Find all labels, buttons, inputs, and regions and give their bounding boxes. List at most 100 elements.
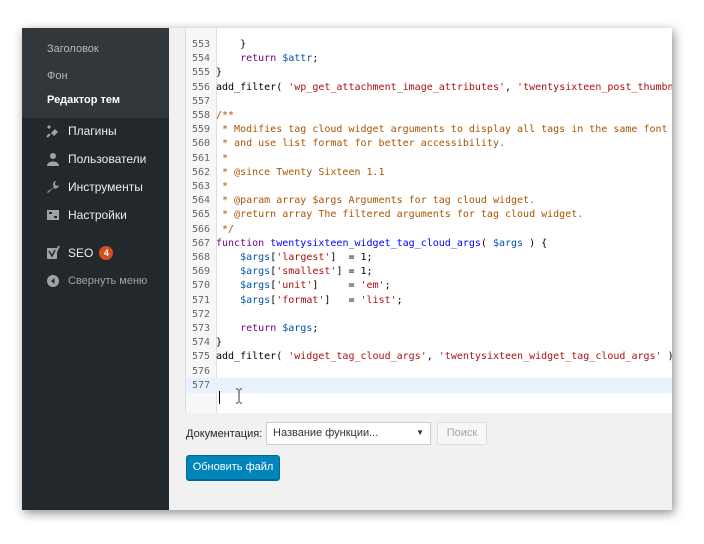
code-line[interactable]: 557 <box>186 94 672 109</box>
sidebar-item-tools[interactable]: Инструменты <box>22 173 169 201</box>
code-line[interactable]: 574} <box>186 335 672 350</box>
sidebar-item-users[interactable]: Пользователи <box>22 145 169 173</box>
collapse-menu-button[interactable]: Свернуть меню <box>22 267 169 295</box>
code-token: } <box>216 39 247 50</box>
code-token: ; <box>384 280 391 292</box>
sidebar-item-label: Свернуть меню <box>68 275 148 287</box>
admin-sidebar: Заголовок Фон Редактор тем Плагины Польз… <box>22 28 169 510</box>
code-token: } <box>216 67 223 79</box>
code-token: ] = <box>324 294 361 306</box>
code-line[interactable]: 563 * <box>186 179 672 194</box>
code-line[interactable]: 569 $args['smallest'] = 1; <box>186 264 672 279</box>
code-token: , <box>505 81 518 93</box>
code-line[interactable]: 575 add_filter( 'widget_tag_cloud_args', … <box>186 349 672 364</box>
code-token: 'widget_tag_cloud_args' <box>288 351 427 363</box>
code-line[interactable]: 564 * @param array $args Arguments for t… <box>186 193 672 208</box>
text-cursor-icon <box>236 388 242 404</box>
code-token: } <box>216 337 223 349</box>
code-line[interactable]: 561 * <box>186 151 672 166</box>
code-line[interactable]: 560 * and use list format for better acc… <box>186 136 672 151</box>
code-token: 'smallest' <box>276 266 337 278</box>
code-token: ] = 1; <box>336 266 373 278</box>
line-number: 572 <box>191 308 210 320</box>
code-token: /** <box>216 110 235 121</box>
code-token: 'unit' <box>276 280 313 292</box>
code-line[interactable]: 573 return $args; <box>186 321 672 336</box>
code-line[interactable]: 558 /** <box>186 108 672 123</box>
line-number: 570 <box>191 280 210 292</box>
code-line[interactable]: 571 $args['format'] = 'list'; <box>186 293 672 308</box>
code-token: $args <box>240 280 271 292</box>
text-caret <box>219 391 220 404</box>
code-token: 'wp_get_attachment_image_attributes' <box>288 81 505 93</box>
code-line[interactable]: 572 <box>186 307 672 322</box>
code-line[interactable]: 565 * @return array The filtered argumen… <box>186 207 672 222</box>
update-file-button[interactable]: Обновить файл <box>186 455 280 480</box>
sidebar-item-label: SEO <box>68 246 94 260</box>
code-line[interactable]: 562 * @since Twenty Sixteen 1.1 <box>186 165 672 180</box>
line-number: 566 <box>191 223 210 235</box>
code-token: , <box>426 351 439 363</box>
code-line[interactable]: 568 $args['largest'] = 1; <box>186 250 672 265</box>
code-line[interactable]: 570 $args['unit'] = 'em'; <box>186 278 672 293</box>
collapse-icon <box>44 272 62 290</box>
code-line[interactable]: 556 add_filter( 'wp_get_attachment_image_… <box>186 80 672 95</box>
code-token: ] = 1; <box>330 252 373 263</box>
code-line[interactable]: 555} <box>186 65 672 80</box>
code-token: ; <box>312 323 319 334</box>
code-line[interactable]: 577 <box>186 377 672 393</box>
code-line[interactable]: 554 return $attr; <box>186 51 672 66</box>
line-number: 564 <box>191 195 210 207</box>
code-token: $args <box>492 237 524 249</box>
line-number: 555 <box>191 67 210 79</box>
code-token: $attr <box>282 53 313 65</box>
submenu-item-theme-editor[interactable]: Редактор тем <box>47 94 120 106</box>
line-number: 562 <box>191 166 210 178</box>
code-token: 'twentysixteen_post_thumbn <box>517 81 672 93</box>
code-token: ( <box>480 237 493 249</box>
code-token: add_filter( <box>216 81 289 93</box>
submenu-item-header[interactable]: Заголовок <box>47 43 99 55</box>
code-line[interactable]: 567 function twentysixteen_widget_tag_clo… <box>186 236 672 251</box>
line-number: 557 <box>191 95 210 107</box>
code-line[interactable]: 576 <box>186 364 672 379</box>
documentation-label: Документация: <box>186 428 263 440</box>
line-number: 576 <box>191 365 210 377</box>
line-number: 560 <box>191 138 210 150</box>
wrench-icon <box>44 178 62 196</box>
sidebar-item-label: Пользователи <box>68 152 147 166</box>
code-token: */ <box>216 223 235 235</box>
submenu-item-background[interactable]: Фон <box>47 70 68 82</box>
code-editor[interactable]: 553 } 554 return $attr; 555} 556 add_filter(… <box>185 28 672 413</box>
code-token: * <box>216 152 229 164</box>
seo-icon <box>44 244 62 262</box>
documentation-select-value: Название функции... <box>273 427 379 439</box>
sidebar-item-label: Настройки <box>68 208 127 222</box>
documentation-select[interactable]: Название функции... ▼ <box>266 422 431 445</box>
code-line[interactable]: 559 * Modifies tag cloud widget argument… <box>186 122 672 137</box>
sidebar-item-label: Плагины <box>68 124 117 138</box>
code-token: $args <box>240 294 271 306</box>
sidebar-item-settings[interactable]: Настройки <box>22 201 169 229</box>
code-line[interactable]: 566 */ <box>186 222 672 237</box>
code-token: 'format' <box>276 294 325 306</box>
line-number: 574 <box>191 337 210 349</box>
code-token: ); <box>662 351 672 362</box>
sidebar-item-plugins[interactable]: Плагины <box>22 117 169 145</box>
code-token: function <box>216 237 265 249</box>
line-number: 568 <box>191 252 210 263</box>
code-token: ] = <box>312 280 361 292</box>
code-token: return <box>240 323 277 334</box>
search-button[interactable]: Поиск <box>437 422 487 445</box>
user-icon <box>44 150 62 168</box>
dropdown-arrow-icon: ▼ <box>416 428 424 437</box>
code-token: ; <box>312 53 319 65</box>
line-number: 553 <box>191 39 210 50</box>
sidebar-item-seo[interactable]: SEO 4 <box>22 239 169 267</box>
code-line[interactable]: 553 } <box>186 37 672 52</box>
line-number: 575 <box>191 351 210 363</box>
